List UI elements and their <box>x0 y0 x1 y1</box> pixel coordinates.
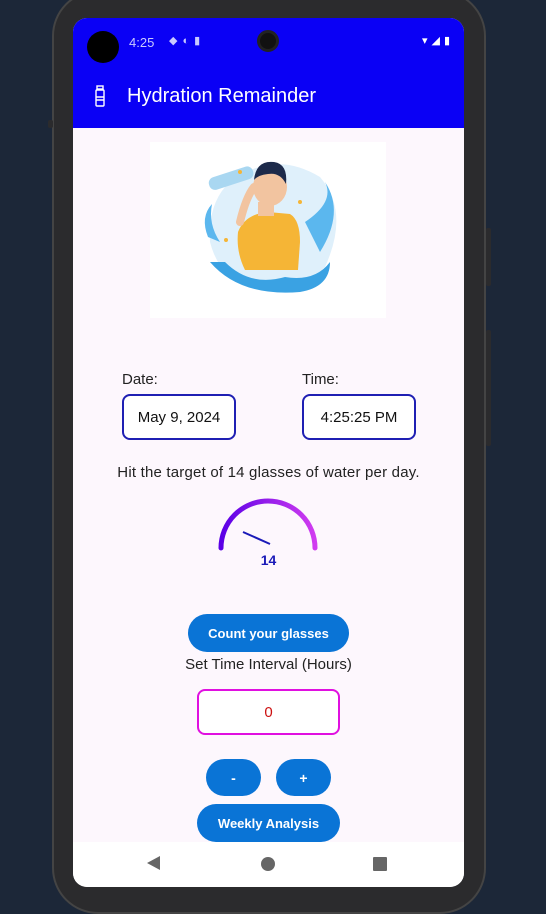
glasses-gauge <box>218 498 318 551</box>
notification-icons: ◆◐▮ <box>169 34 205 47</box>
signal-icon: ◢ <box>431 35 444 47</box>
hydration-illustration <box>150 142 386 318</box>
interval-label: Set Time Interval (Hours) <box>185 656 352 673</box>
recents-icon[interactable] <box>373 857 387 871</box>
back-icon[interactable] <box>147 856 160 870</box>
time-label: Time: <box>302 371 339 388</box>
count-glasses-button[interactable]: Count your glasses <box>188 614 349 652</box>
system-icons: ▾◢▮ <box>422 34 454 47</box>
weekly-analysis-button[interactable]: Weekly Analysis <box>197 804 340 842</box>
side-notch <box>48 120 53 128</box>
status-time: 4:25 <box>129 35 155 50</box>
volume-button <box>486 228 491 286</box>
bottle-icon <box>95 85 105 107</box>
front-camera <box>257 30 279 52</box>
home-icon[interactable] <box>261 857 275 871</box>
navigation-bar <box>73 842 464 887</box>
app-bar: Hydration Remainder <box>73 66 464 128</box>
app-screen: 4:25 ◆◐▮ ▾◢▮ Hydration Remainder Date: M… <box>73 18 464 887</box>
date-label: Date: <box>122 371 158 388</box>
time-picker-button[interactable]: 4:25:25 PM <box>302 394 416 440</box>
battery-icon: ▮ <box>443 35 454 47</box>
camera-cutout <box>87 31 119 63</box>
main-content: Date: May 9, 2024 Time: 4:25:25 PM Hit t… <box>73 128 464 842</box>
data-saver-icon: ◐ <box>182 35 195 47</box>
increment-button[interactable]: + <box>276 759 331 796</box>
app-title: Hydration Remainder <box>127 85 316 107</box>
gauge-needle <box>242 531 271 545</box>
target-text: Hit the target of 14 glasses of water pe… <box>117 464 420 481</box>
interval-input[interactable]: 0 <box>197 689 340 735</box>
decrement-button[interactable]: - <box>206 759 261 796</box>
gauge-value: 14 <box>260 552 277 568</box>
power-button <box>486 330 491 446</box>
status-bar: 4:25 ◆◐▮ ▾◢▮ <box>73 18 464 66</box>
sd-card-icon: ▮ <box>194 35 206 47</box>
date-picker-button[interactable]: May 9, 2024 <box>122 394 236 440</box>
tag-icon: ◆ <box>169 35 183 47</box>
